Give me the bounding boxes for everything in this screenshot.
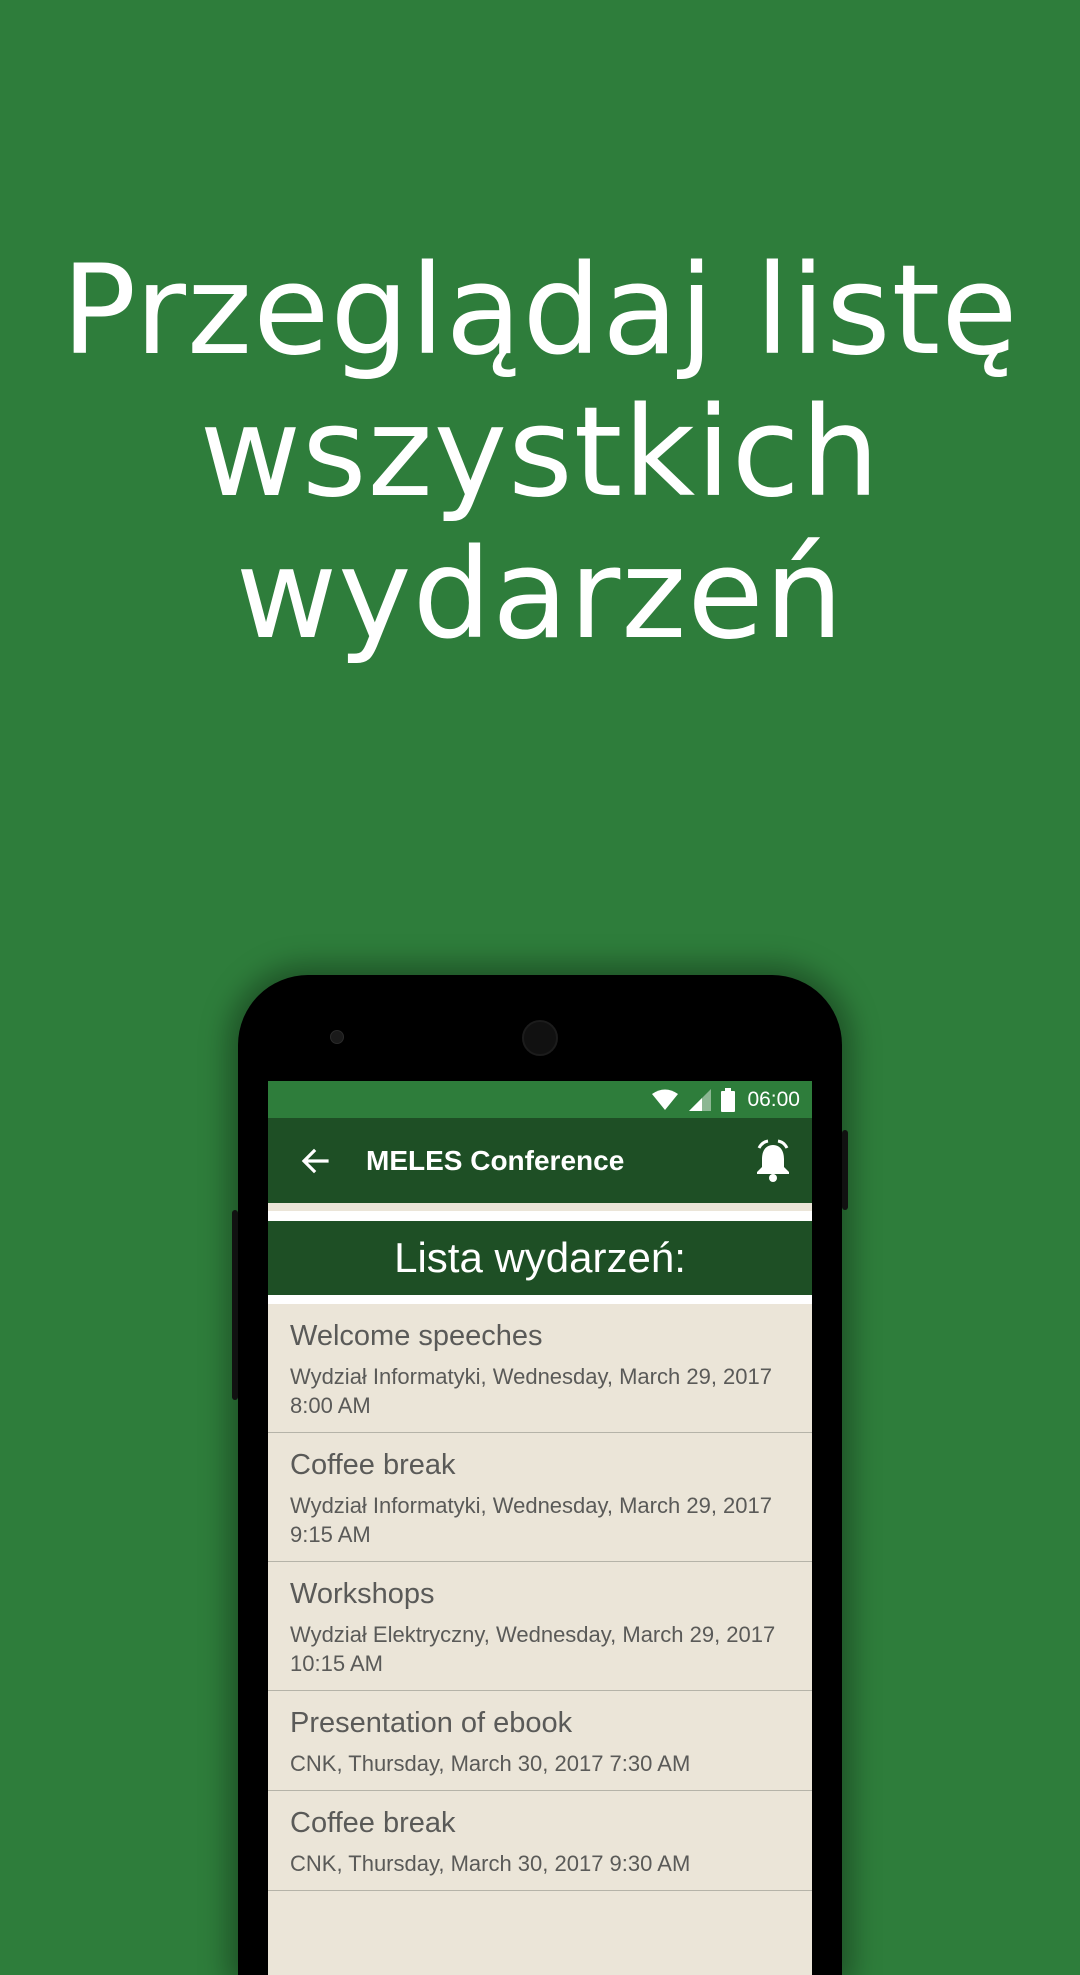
promo-headline: Przeglądaj listę wszystkich wydarzeń (0, 240, 1080, 666)
event-meta: CNK, Thursday, March 30, 2017 9:30 AM (290, 1851, 691, 1876)
headline-line-3: wydarzeń (235, 523, 845, 667)
phone-front-camera (522, 1020, 558, 1056)
status-bar: 06:00 (268, 1081, 812, 1118)
phone-sensor (330, 1030, 344, 1044)
event-name: Welcome speeches (290, 1320, 543, 1352)
list-item[interactable]: Coffee break Wydział Informatyki, Wednes… (268, 1433, 812, 1562)
list-item[interactable]: Welcome speeches Wydział Informatyki, We… (268, 1304, 812, 1433)
phone-side-button-left (232, 1210, 238, 1400)
event-name: Workshops (290, 1578, 435, 1610)
wifi-icon (651, 1089, 679, 1111)
divider-line (268, 1211, 812, 1221)
event-meta: Wydział Elektryczny, Wednesday, March 29… (290, 1622, 776, 1676)
phone-screen: 06:00 MELES Conference Lista wydarzeń: W… (268, 1081, 812, 1975)
phone-side-button-right (842, 1130, 848, 1210)
event-name: Presentation of ebook (290, 1707, 573, 1739)
event-meta: CNK, Thursday, March 30, 2017 7:30 AM (290, 1751, 691, 1776)
arrow-left-icon[interactable] (290, 1136, 340, 1186)
list-item[interactable]: Presentation of ebook CNK, Thursday, Mar… (268, 1691, 812, 1791)
headline-line-1: Przeglądaj listę (61, 239, 1019, 383)
app-bar: MELES Conference (268, 1118, 812, 1203)
alarm-bell-icon[interactable] (748, 1136, 798, 1186)
event-name: Coffee break (290, 1449, 456, 1481)
app-title: MELES Conference (366, 1144, 625, 1176)
phone-frame: 06:00 MELES Conference Lista wydarzeń: W… (232, 975, 848, 1975)
battery-icon (721, 1087, 736, 1112)
events-list: Welcome speeches Wydział Informatyki, We… (268, 1304, 812, 1891)
headline-line-2: wszystkich (199, 381, 881, 525)
event-meta: Wydział Informatyki, Wednesday, March 29… (290, 1364, 772, 1418)
event-name: Coffee break (290, 1807, 456, 1839)
divider-line (268, 1295, 812, 1304)
event-meta: Wydział Informatyki, Wednesday, March 29… (290, 1493, 772, 1547)
signal-icon (689, 1088, 712, 1111)
list-item[interactable]: Workshops Wydział Elektryczny, Wednesday… (268, 1562, 812, 1691)
status-time: 06:00 (747, 1087, 800, 1111)
events-list-header: Lista wydarzeń: (268, 1221, 812, 1295)
list-item[interactable]: Coffee break CNK, Thursday, March 30, 20… (268, 1791, 812, 1891)
divider-gap (268, 1203, 812, 1211)
